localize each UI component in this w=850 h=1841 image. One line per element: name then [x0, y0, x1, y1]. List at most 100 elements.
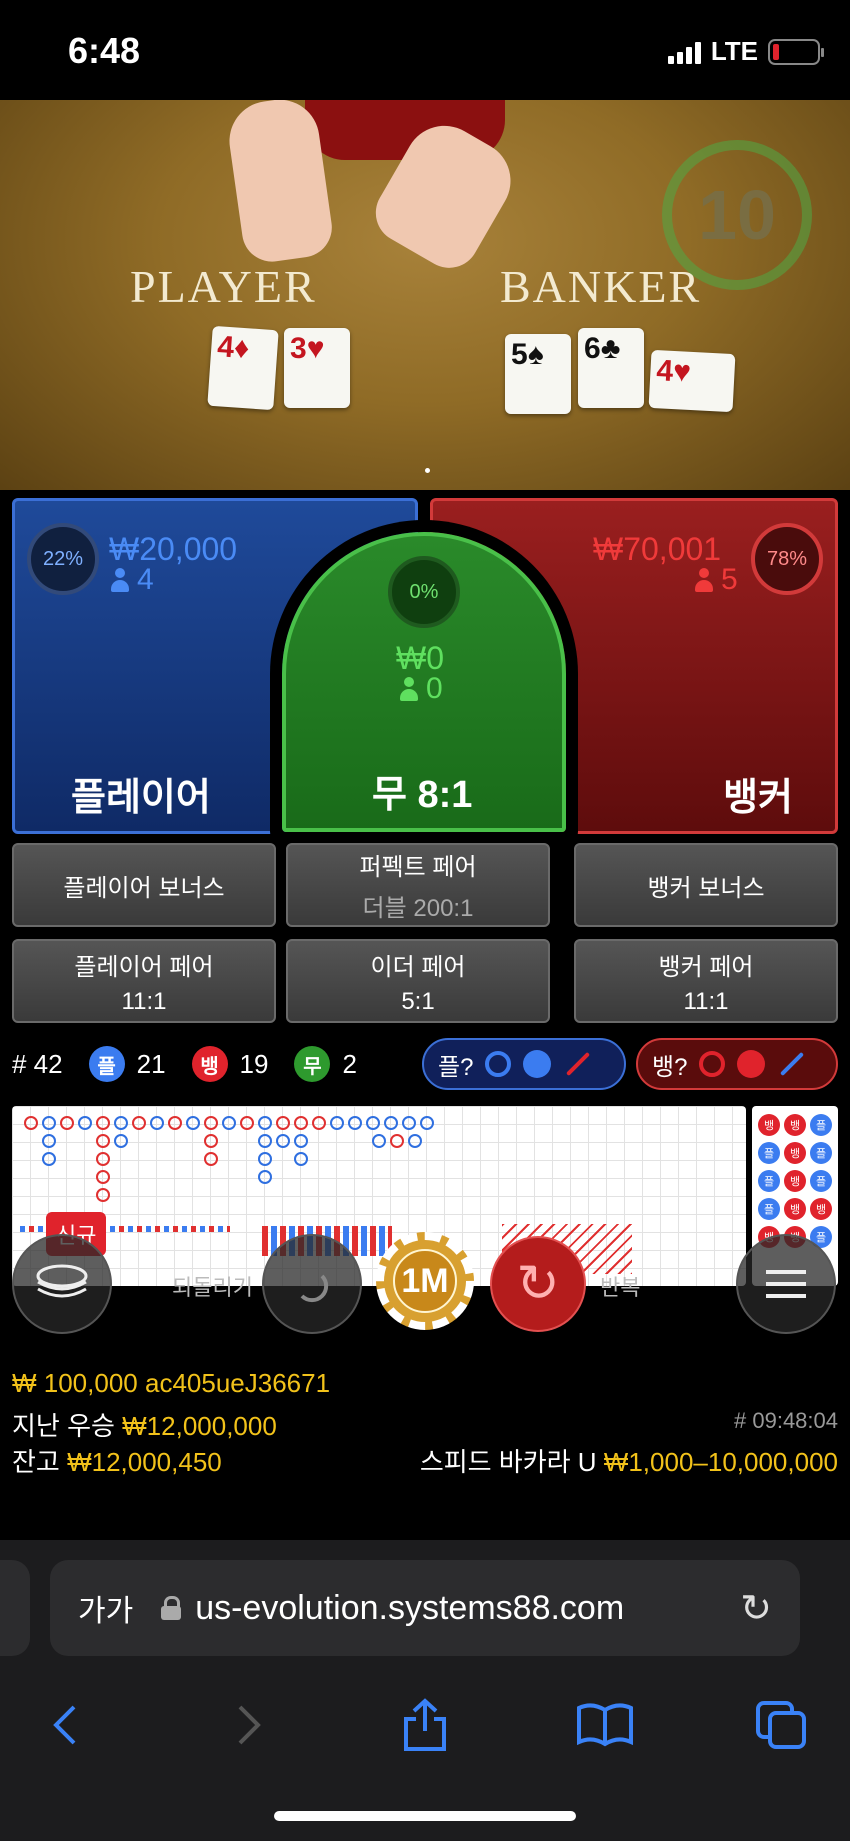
road-banker: [96, 1188, 110, 1202]
either-pair-label: 이더 페어: [370, 953, 466, 981]
game-round-id: # 09:48:04: [734, 1408, 838, 1433]
banker-bonus-button[interactable]: 뱅커 보너스: [574, 843, 838, 927]
browser-nav: [0, 1690, 850, 1770]
player-pair-odds: 11:1: [121, 987, 167, 1015]
game-name: 스피드 바카라 U: [419, 1447, 597, 1477]
big-eye-dot-icon: [523, 1050, 552, 1078]
share-icon[interactable]: [390, 1690, 460, 1760]
video-indicator-dot: [425, 468, 430, 473]
status-time: 6:48: [68, 30, 141, 71]
road-player: [294, 1152, 308, 1166]
tie-bet-spot[interactable]: 0% ₩0 0 무 8:1: [282, 532, 566, 832]
bead-banker: 뱅: [784, 1114, 806, 1136]
bead-player: 플: [810, 1142, 832, 1164]
road-player: [408, 1134, 422, 1148]
back-icon[interactable]: [30, 1690, 100, 1760]
player-predict-button[interactable]: 플?: [422, 1038, 626, 1090]
road-player: [42, 1116, 56, 1130]
reload-icon[interactable]: ↻: [740, 1586, 772, 1631]
bead-banker: 뱅: [758, 1114, 780, 1136]
chip-stack-button[interactable]: [12, 1234, 112, 1334]
menu-button[interactable]: [736, 1234, 836, 1334]
big-eye-dot-icon: [737, 1050, 766, 1078]
network-label: LTE: [710, 36, 758, 66]
tie-percent: 0%: [388, 556, 460, 628]
road-banker: [168, 1116, 182, 1130]
tie-bettors: 0: [400, 672, 443, 706]
bookmarks-icon[interactable]: [570, 1690, 640, 1760]
repeat-button[interactable]: ↻: [490, 1236, 586, 1332]
road-banker: [294, 1116, 308, 1130]
player-pair-label: 플레이어 페어: [74, 953, 214, 981]
banker-card-2: 6♣: [578, 328, 644, 408]
person-icon: [695, 568, 713, 592]
banker-pair-button[interactable]: 뱅커 페어 11:1: [574, 939, 838, 1023]
road-player: [42, 1134, 56, 1148]
text-size-button[interactable]: 가가: [78, 1586, 133, 1630]
repeat-icon: ↻: [516, 1255, 560, 1313]
total-bet-amount: ₩ 100,000: [12, 1368, 138, 1398]
chip-selector[interactable]: 1M: [376, 1232, 474, 1330]
bead-player: 플: [758, 1142, 780, 1164]
road-banker: [204, 1134, 218, 1148]
undo-label: 되돌리기: [172, 1275, 253, 1300]
player-pair-button[interactable]: 플레이어 페어 11:1: [12, 939, 276, 1023]
road-player: [372, 1134, 386, 1148]
last-win-amount: ₩12,000,000: [122, 1411, 277, 1441]
previous-tab-edge[interactable]: [0, 1560, 30, 1656]
last-win-label: 지난 우승: [12, 1411, 115, 1441]
bead-banker: 뱅: [784, 1198, 806, 1220]
battery-icon: [768, 38, 824, 65]
banker-predict-button[interactable]: 뱅?: [636, 1038, 838, 1090]
either-pair-button[interactable]: 이더 페어 5:1: [286, 939, 550, 1023]
road-banker: [96, 1116, 110, 1130]
forward-icon[interactable]: [214, 1690, 284, 1760]
tabs-icon[interactable]: [746, 1690, 816, 1760]
road-player: [78, 1116, 92, 1130]
big-road-map[interactable]: [12, 1106, 746, 1286]
tie-badge: 무: [294, 1046, 331, 1082]
big-road-circle-icon: [699, 1051, 726, 1077]
road-player: [114, 1134, 128, 1148]
player-bet-title: 플레이어: [71, 777, 211, 819]
player-bonus-label: 플레이어 보너스: [63, 874, 225, 902]
road-banker: [204, 1152, 218, 1166]
road-player: [186, 1116, 200, 1130]
banker-win-count: 뱅 19: [191, 1046, 268, 1082]
bead-player: 플: [810, 1114, 832, 1136]
player-bonus-button[interactable]: 플레이어 보너스: [12, 843, 276, 927]
road-banker: [276, 1116, 290, 1130]
road-player: [348, 1116, 362, 1130]
banker-bet-title: 뱅커: [723, 777, 793, 819]
undo-button[interactable]: [262, 1234, 362, 1334]
bead-banker: 뱅: [784, 1142, 806, 1164]
browser-toolbar: 가가 us-evolution.systems88.com ↻: [0, 1540, 850, 1841]
repeat-label: 반복: [600, 1275, 641, 1300]
road-banker: [390, 1134, 404, 1148]
user-id: ac405ueJ36671: [144, 1368, 331, 1398]
bead-player: 플: [810, 1170, 832, 1192]
road-player: [294, 1134, 308, 1148]
balance-line: 잔고 ₩12,000,450: [12, 1442, 222, 1479]
player-card-2: 3♥: [284, 328, 350, 408]
banker-badge: 뱅: [191, 1046, 228, 1082]
road-banker: [96, 1152, 110, 1166]
road-player: [114, 1116, 128, 1130]
player-percent: 22%: [27, 523, 99, 595]
live-video: PLAYER BANKER 4♦ 3♥ 5♠ 6♣ 4♥ 10: [0, 100, 850, 500]
road-player: [276, 1134, 290, 1148]
banker-percent: 78%: [751, 523, 823, 595]
banker-table-label: BANKER: [500, 261, 702, 312]
perfect-pair-odds: 더블 200:1: [362, 895, 474, 922]
bead-player: 플: [758, 1170, 780, 1192]
round-number: # 42: [12, 1048, 63, 1079]
player-win-count: 플 21: [88, 1046, 166, 1082]
player-card-1: 4♦: [207, 325, 279, 411]
perfect-pair-button[interactable]: 퍼펙트 페어 더블 200:1: [286, 843, 550, 927]
status-indicators: LTE: [667, 36, 824, 67]
tie-bet-title: 무 8:1: [372, 774, 473, 816]
chip-value: 1M: [393, 1249, 457, 1313]
address-bar[interactable]: 가가 us-evolution.systems88.com ↻: [50, 1560, 800, 1656]
bead-banker: 뱅: [784, 1170, 806, 1192]
player-bettors: 4: [111, 563, 154, 597]
